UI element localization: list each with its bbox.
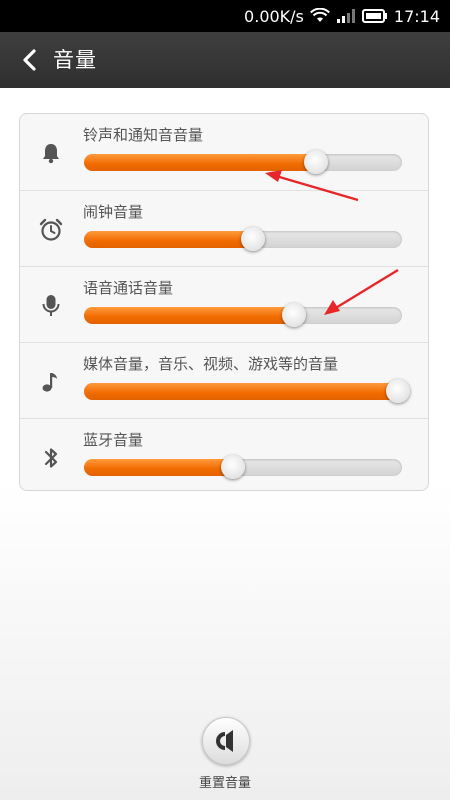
slider-fill [84, 231, 257, 248]
bell-icon [36, 138, 66, 168]
volume-slider[interactable] [84, 379, 410, 403]
slider-fill [84, 154, 321, 171]
volume-slider[interactable] [84, 455, 402, 479]
slider-thumb[interactable] [281, 303, 306, 327]
volume-row-voice-call: 语音通话音量 [20, 266, 428, 343]
status-indicators: 0.00K/s 17:14 [244, 0, 440, 32]
volume-card: 铃声和通知音音量 闹钟音量 语音通话音量 媒体音量，音乐、视频、游戏等的音量 蓝… [19, 113, 429, 491]
microphone-icon [36, 291, 66, 321]
volume-label: 铃声和通知音音量 [83, 126, 204, 144]
music-note-icon [36, 367, 66, 397]
bluetooth-icon [36, 443, 66, 473]
volume-row-media: 媒体音量，音乐、视频、游戏等的音量 [20, 342, 428, 419]
volume-label: 蓝牙音量 [83, 431, 144, 449]
volume-label: 闹钟音量 [83, 203, 144, 221]
slider-fill [84, 459, 238, 476]
page-title: 音量 [53, 48, 97, 72]
volume-row-alarm: 闹钟音量 [20, 190, 428, 267]
volume-label: 语音通话音量 [83, 279, 174, 297]
signal-icon [336, 8, 356, 24]
slider-thumb[interactable] [386, 379, 410, 403]
volume-slider[interactable] [84, 227, 402, 251]
slider-thumb[interactable] [240, 227, 265, 251]
volume-slider[interactable] [84, 150, 402, 174]
network-speed: 0.00K/s [244, 6, 304, 26]
chevron-left-icon [23, 49, 36, 71]
volume-row-bluetooth: 蓝牙音量 [20, 418, 428, 495]
reset-volume-label: 重置音量 [198, 776, 251, 791]
slider-fill [84, 307, 298, 324]
volume-slider[interactable] [84, 303, 402, 327]
back-button[interactable] [10, 40, 50, 80]
volume-label: 媒体音量，音乐、视频、游戏等的音量 [83, 355, 339, 373]
wifi-icon [309, 8, 330, 24]
speaker-reset-icon [216, 730, 233, 752]
alarm-clock-icon [36, 215, 66, 245]
battery-icon [361, 8, 388, 24]
slider-thumb[interactable] [304, 150, 329, 174]
volume-row-ringtone: 铃声和通知音音量 [20, 114, 428, 190]
slider-fill [84, 383, 402, 400]
reset-volume-button[interactable] [202, 717, 250, 765]
slider-thumb[interactable] [221, 455, 246, 479]
status-bar: 0.00K/s 17:14 [0, 0, 450, 32]
title-bar: 音量 [0, 32, 450, 88]
clock-time: 17:14 [393, 6, 440, 26]
